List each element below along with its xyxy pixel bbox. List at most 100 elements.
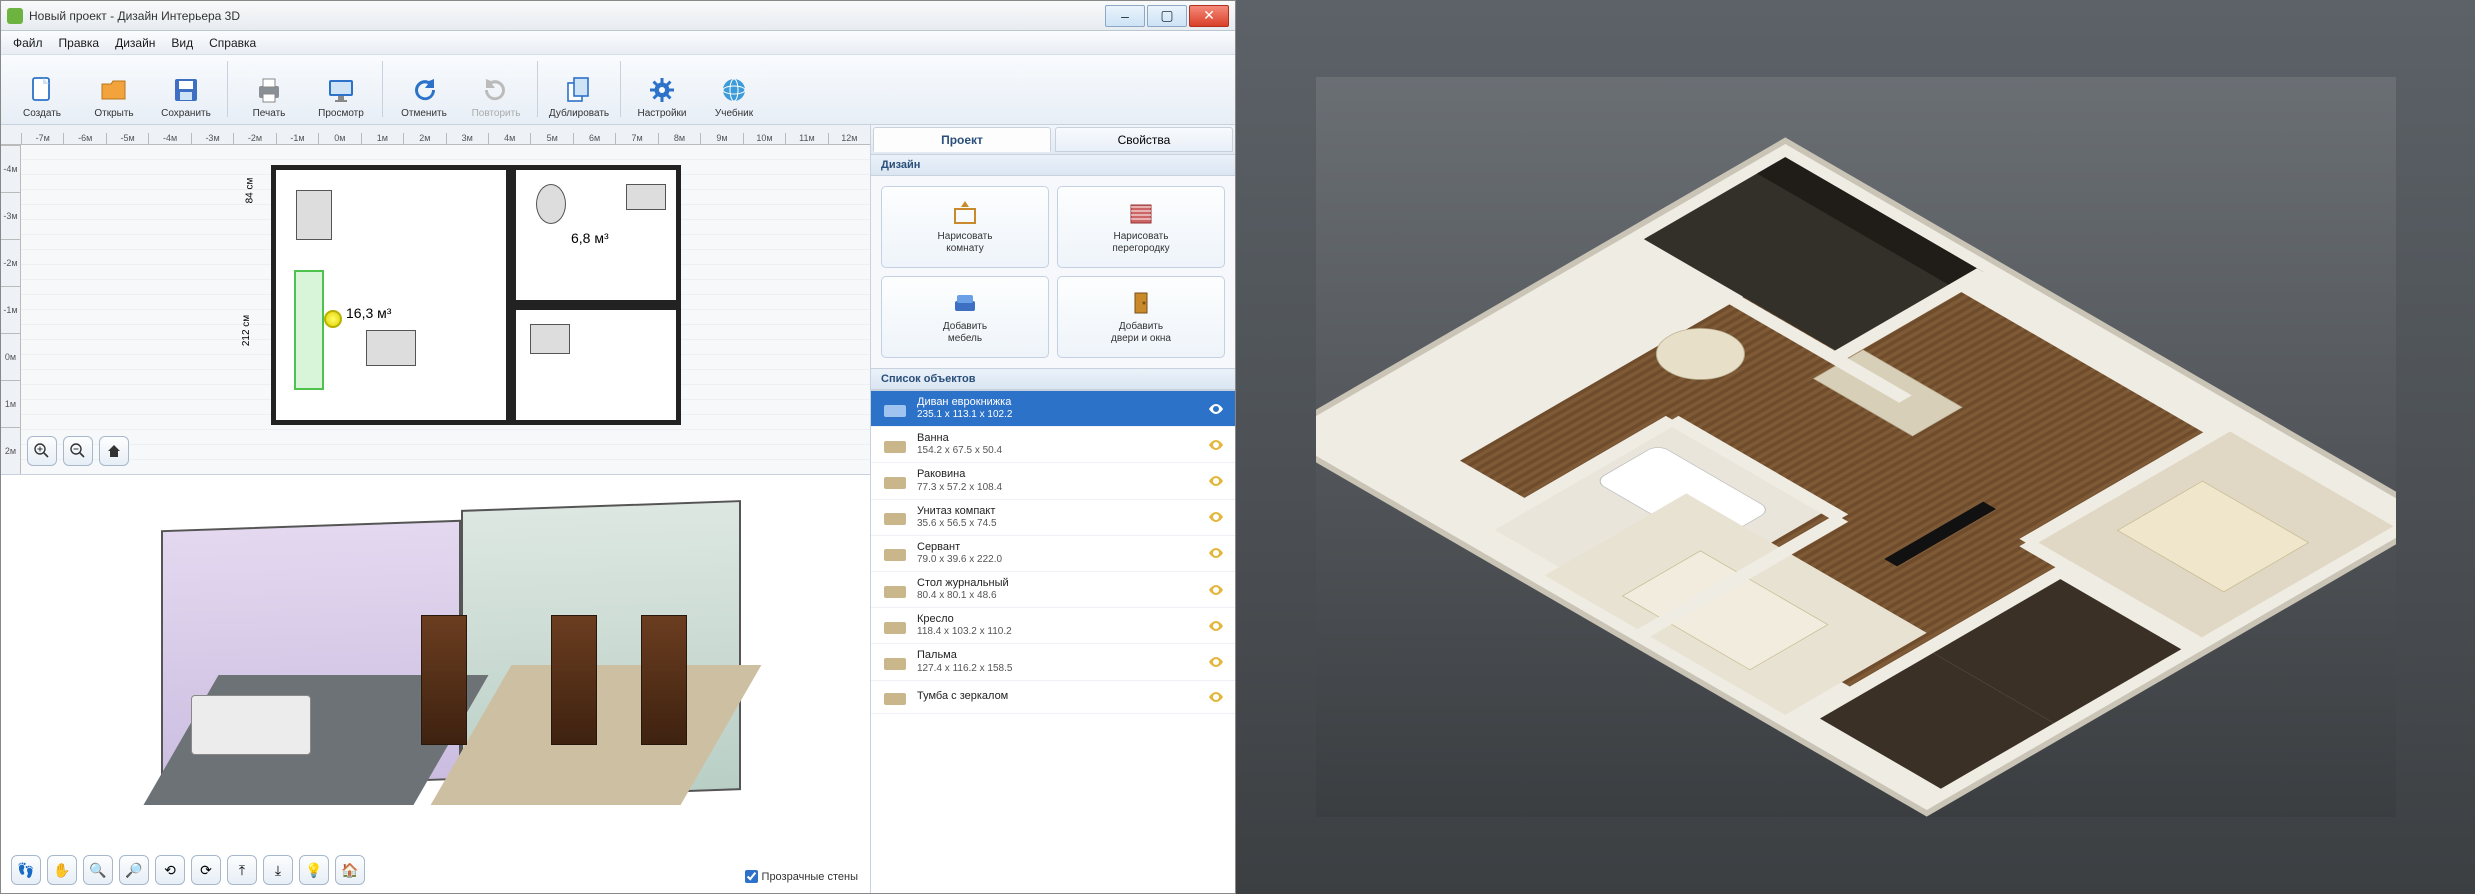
dimension-label: 212 см bbox=[241, 315, 252, 346]
menu-правка[interactable]: Правка bbox=[51, 33, 108, 53]
preview-3d-canvas[interactable]: 👣 ✋ 🔍 🔎 ⟲ ⟳ ⤒ ⤓ 💡 🏠 Прозрачные стены bbox=[1, 475, 870, 893]
zoom-out-button[interactable] bbox=[63, 436, 93, 466]
render-showcase bbox=[1236, 0, 2475, 894]
tilt-up-button[interactable]: ⤒ bbox=[227, 855, 257, 885]
section-objectlist-label: Список объектов bbox=[871, 369, 1235, 390]
furniture-shape[interactable] bbox=[296, 190, 332, 240]
menu-справка[interactable]: Справка bbox=[201, 33, 264, 53]
toolbar-настройки-button[interactable]: Настройки bbox=[627, 59, 697, 121]
rotate-left-button[interactable]: ⟲ bbox=[155, 855, 185, 885]
window-title: Новый проект - Дизайн Интерьера 3D bbox=[29, 9, 1105, 23]
visibility-toggle-icon[interactable] bbox=[1207, 581, 1225, 599]
ruler-tick: -4м bbox=[1, 145, 20, 192]
walkthrough-button[interactable]: 👣 bbox=[11, 855, 41, 885]
add-furniture-button[interactable]: Добавитьмебель bbox=[881, 276, 1049, 358]
visibility-toggle-icon[interactable] bbox=[1207, 688, 1225, 706]
draw-partition-button[interactable]: Нарисоватьперегородку bbox=[1057, 186, 1225, 268]
menu-файл[interactable]: Файл bbox=[5, 33, 51, 53]
ruler-tick: -1м bbox=[1, 286, 20, 333]
ruler-tick: 10м bbox=[743, 133, 785, 144]
object-list-item[interactable]: Ванна154.2 x 67.5 x 50.4 bbox=[871, 427, 1235, 463]
object-list-item[interactable]: Кресло118.4 x 103.2 x 110.2 bbox=[871, 608, 1235, 644]
floorplan-canvas[interactable]: -4м-3м-2м-1м0м1м2м 16,3 м³ 6,8 м³ bbox=[1, 145, 870, 475]
ruler-tick: 9м bbox=[700, 133, 742, 144]
minimize-button[interactable]: – bbox=[1105, 5, 1145, 27]
toolbar-открыть-button[interactable]: Открыть bbox=[79, 59, 149, 121]
iso-door bbox=[641, 615, 687, 745]
toolbar-создать-button[interactable]: Создать bbox=[7, 59, 77, 121]
add-door-window-button[interactable]: Добавитьдвери и окна bbox=[1057, 276, 1225, 358]
ruler-tick: 2м bbox=[403, 133, 445, 144]
selection-handle[interactable] bbox=[324, 310, 342, 328]
object-list-item[interactable]: Раковина77.3 x 57.2 x 108.4 bbox=[871, 463, 1235, 499]
furniture-shape[interactable] bbox=[366, 330, 416, 366]
object-list[interactable]: Диван еврокнижка235.1 x 113.1 x 102.2 Ва… bbox=[871, 390, 1235, 893]
furniture-shape[interactable] bbox=[626, 184, 666, 210]
toolbar-просмотр-button[interactable]: Просмотр bbox=[306, 59, 376, 121]
maximize-button[interactable]: ▢ bbox=[1147, 5, 1187, 27]
object-thumbnail-icon bbox=[881, 470, 909, 492]
tab-properties[interactable]: Свойства bbox=[1055, 127, 1233, 152]
ruler-tick: -2м bbox=[1, 239, 20, 286]
lighting-button[interactable]: 💡 bbox=[299, 855, 329, 885]
rotate-right-button[interactable]: ⟳ bbox=[191, 855, 221, 885]
furniture-shape[interactable] bbox=[530, 324, 570, 354]
toolbar-дублировать-button[interactable]: Дублировать bbox=[544, 59, 614, 121]
toolbar-учебник-button[interactable]: Учебник bbox=[699, 59, 769, 121]
toolbar-сохранить-button[interactable]: Сохранить bbox=[151, 59, 221, 121]
close-button[interactable]: ✕ bbox=[1189, 5, 1229, 27]
menu-вид[interactable]: Вид bbox=[163, 33, 201, 53]
design-buttons: НарисоватькомнатуНарисоватьперегородкуДо… bbox=[871, 176, 1235, 369]
tab-project[interactable]: Проект bbox=[873, 127, 1051, 152]
object-thumbnail-icon bbox=[881, 506, 909, 528]
object-thumbnail-icon bbox=[881, 651, 909, 673]
home-view-button[interactable]: 🏠 bbox=[335, 855, 365, 885]
zoom-tools-2d bbox=[27, 436, 129, 466]
room-2[interactable]: 6,8 м³ bbox=[511, 165, 681, 305]
zoom-out-button[interactable]: 🔎 bbox=[119, 855, 149, 885]
toolbar-отменить-button[interactable]: Отменить bbox=[389, 59, 459, 121]
object-thumbnail-icon bbox=[881, 542, 909, 564]
visibility-toggle-icon[interactable] bbox=[1207, 472, 1225, 490]
ruler-tick: -2м bbox=[233, 133, 275, 144]
object-list-item[interactable]: Сервант79.0 x 39.6 x 222.0 bbox=[871, 536, 1235, 572]
room-3[interactable] bbox=[511, 305, 681, 425]
zoom-in-button[interactable] bbox=[27, 436, 57, 466]
furniture-shape[interactable] bbox=[536, 184, 566, 224]
menu-дизайн[interactable]: Дизайн bbox=[107, 33, 163, 53]
view-tools-3d: 👣 ✋ 🔍 🔎 ⟲ ⟳ ⤒ ⤓ 💡 🏠 bbox=[11, 855, 365, 885]
transparent-walls-checkbox[interactable]: Прозрачные стены bbox=[745, 870, 858, 883]
draw-room-button[interactable]: Нарисоватькомнату bbox=[881, 186, 1049, 268]
object-list-item[interactable]: Диван еврокнижка235.1 x 113.1 x 102.2 bbox=[871, 391, 1235, 427]
pan-button[interactable]: ✋ bbox=[47, 855, 77, 885]
ruler-tick: -3м bbox=[191, 133, 233, 144]
object-list-item[interactable]: Стол журнальный80.4 x 80.1 x 48.6 bbox=[871, 572, 1235, 608]
zoom-in-button[interactable]: 🔍 bbox=[83, 855, 113, 885]
home-view-button[interactable] bbox=[99, 436, 129, 466]
object-list-item[interactable]: Пальма127.4 x 116.2 x 158.5 bbox=[871, 644, 1235, 680]
ruler-tick: 12м bbox=[828, 133, 870, 144]
object-list-item[interactable]: Тумба с зеркалом bbox=[871, 681, 1235, 714]
selected-furniture-outline[interactable] bbox=[294, 270, 324, 390]
visibility-toggle-icon[interactable] bbox=[1207, 436, 1225, 454]
room-1[interactable]: 16,3 м³ bbox=[271, 165, 511, 425]
transparent-walls-input[interactable] bbox=[745, 870, 758, 883]
ruler-tick: 4м bbox=[488, 133, 530, 144]
visibility-toggle-icon[interactable] bbox=[1207, 617, 1225, 635]
tilt-down-button[interactable]: ⤓ bbox=[263, 855, 293, 885]
visibility-toggle-icon[interactable] bbox=[1207, 544, 1225, 562]
canvas-column: -7м-6м-5м-4м-3м-2м-1м0м1м2м3м4м5м6м7м8м9… bbox=[1, 125, 871, 893]
visibility-toggle-icon[interactable] bbox=[1207, 653, 1225, 671]
ruler-tick: 7м bbox=[615, 133, 657, 144]
ruler-tick: -1м bbox=[276, 133, 318, 144]
toolbar-печать-button[interactable]: Печать bbox=[234, 59, 304, 121]
transparent-walls-label: Прозрачные стены bbox=[762, 871, 858, 883]
titlebar: Новый проект - Дизайн Интерьера 3D – ▢ ✕ bbox=[1, 1, 1235, 31]
new-file-icon bbox=[26, 74, 58, 106]
menubar: ФайлПравкаДизайнВидСправка bbox=[1, 31, 1235, 55]
visibility-toggle-icon[interactable] bbox=[1207, 400, 1225, 418]
ruler-tick: 0м bbox=[1, 333, 20, 380]
visibility-toggle-icon[interactable] bbox=[1207, 508, 1225, 526]
object-thumbnail-icon bbox=[881, 434, 909, 456]
object-list-item[interactable]: Унитаз компакт35.6 x 56.5 x 74.5 bbox=[871, 500, 1235, 536]
